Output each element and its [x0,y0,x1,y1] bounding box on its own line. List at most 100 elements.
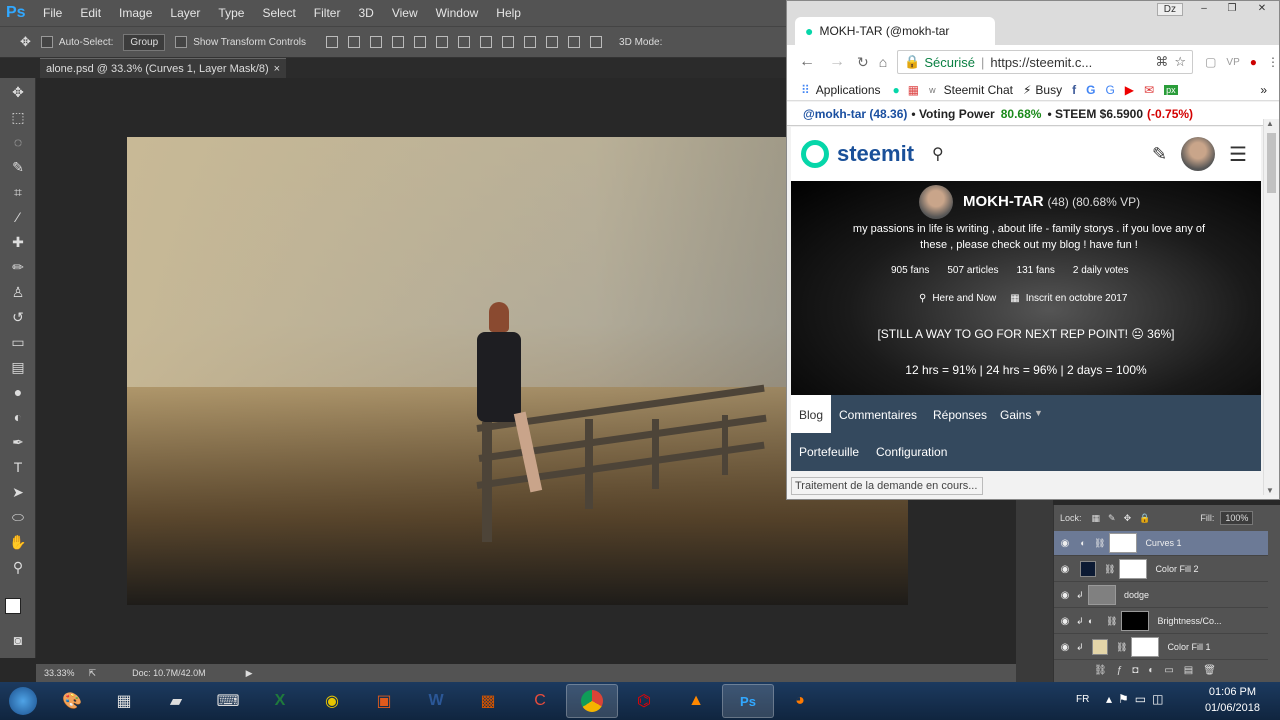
more-bookmarks-icon[interactable]: » [1260,83,1267,97]
pencil-icon[interactable]: ✎ [1152,144,1167,165]
eye-icon[interactable]: ◉ [1054,590,1076,601]
px-icon[interactable]: px [1164,84,1178,95]
eye-icon[interactable]: ◉ [1054,564,1076,575]
profile-stat[interactable]: 507 articles [947,265,998,276]
zoom-icon[interactable]: ⚲ [6,556,30,578]
bookmark-busy[interactable]: Busy [1035,83,1062,97]
layer-color-fill-1[interactable]: ◉ ↲ ⛓ Color Fill 1 [1054,635,1268,660]
profile-stat[interactable]: 905 fans [891,265,929,276]
menu-layer[interactable]: Layer [170,6,200,20]
translate-icon[interactable]: ⌘ [1155,54,1168,70]
layers-footer-icons[interactable]: ⛓ƒ◘◐▭▤🗑 [1094,665,1226,676]
lock-paint-icon[interactable]: ✎ [1108,513,1116,524]
crop-icon[interactable]: ⌗ [6,181,30,203]
steemit-logo-text[interactable]: steemit [837,141,914,167]
vp-extension-icon[interactable]: VP [1226,57,1239,68]
forward-icon[interactable]: → [829,53,845,71]
photoshop-taskbar-icon[interactable]: Ps [722,684,774,718]
menu-file[interactable]: File [43,6,62,20]
window-user-badge[interactable]: Dz [1156,3,1183,16]
reload-icon[interactable]: ↻ [857,54,869,71]
system-clock[interactable]: 01:06 PM 01/06/2018 [1205,684,1260,716]
profile-avatar[interactable] [919,185,953,219]
align-middle-icon[interactable] [348,36,361,48]
profile-stat[interactable]: 131 fans [1017,265,1055,276]
pen-icon[interactable]: ✒ [6,431,30,453]
menu-view[interactable]: View [392,6,418,20]
facebook-icon[interactable]: f [1072,83,1076,97]
menu-dots-icon[interactable]: ⋮ [1267,55,1279,69]
layer-curves-1[interactable]: ◉ ◐ ⛓ Curves 1 [1054,531,1268,556]
move-icon[interactable]: ✥ [6,81,30,103]
chrome-taskbar-icon[interactable] [566,684,618,718]
excel-icon[interactable]: X [254,684,306,718]
lasso-icon[interactable]: ◌ [6,131,30,153]
google-icon[interactable]: G [1086,83,1095,97]
bookmark-applications[interactable]: Applications [816,83,881,97]
quick-select-icon[interactable]: ✎ [6,156,30,178]
menu-edit[interactable]: Edit [80,6,101,20]
calculator-icon[interactable]: ▦ [98,684,150,718]
menu-select[interactable]: Select [262,6,295,20]
align-center-icon[interactable] [414,36,427,48]
distribute-bottom-icon[interactable] [502,36,515,48]
close-window-icon[interactable]: ✕ [1249,3,1275,17]
minimize-icon[interactable]: – [1193,3,1215,17]
distribute-right-icon[interactable] [568,36,581,48]
ccleaner-icon[interactable]: C [514,684,566,718]
start-button[interactable] [0,684,46,718]
auto-align-icon[interactable] [590,36,603,48]
healing-icon[interactable]: ✚ [6,231,30,253]
hand-icon[interactable]: ✋ [6,531,30,553]
hamburger-menu-icon[interactable]: ☰ [1229,142,1247,167]
tab-commentaires[interactable]: Commentaires [839,408,917,422]
vlc-icon[interactable]: ▲ [670,684,722,718]
translate-bookmark-icon[interactable]: G [1105,83,1114,97]
tab-gains[interactable]: Gains [1000,408,1031,422]
brush-icon[interactable]: ✏ [6,256,30,278]
lock-all-icon[interactable]: 🔒 [1139,513,1150,524]
browser-tab[interactable]: ● MOKH-TAR (@mokh-tar [795,17,995,45]
type-icon[interactable]: T [6,456,30,478]
steemit-logo-icon[interactable] [801,140,829,168]
distribute-top-icon[interactable] [458,36,471,48]
gradient-icon[interactable]: ▤ [6,356,30,378]
calendar-bookmark-icon[interactable]: ▦ [908,83,919,97]
paint-app-icon[interactable]: 🎨 [46,684,98,718]
layer-mask-thumb[interactable] [1109,533,1138,553]
distribute-middle-icon[interactable] [480,36,493,48]
zoom-level[interactable]: 33.33% [44,668,75,678]
firefox-icon[interactable]: ◕ [774,684,826,718]
youtube-icon[interactable]: ▶ [1125,83,1134,97]
gmail-icon[interactable]: ✉ [1144,83,1154,97]
layer-color-fill-2[interactable]: ◉ ⛓ Color Fill 2 [1054,557,1268,582]
maximize-icon[interactable]: ❐ [1221,3,1243,17]
foreground-color-swatch[interactable] [5,598,21,614]
tab-portefeuille[interactable]: Portefeuille [799,445,859,459]
menu-help[interactable]: Help [496,6,521,20]
avatar[interactable] [1181,137,1216,171]
lock-position-icon[interactable]: ✥ [1124,513,1132,524]
lock-pixels-icon[interactable]: ▦ [1092,513,1101,524]
chevron-down-icon[interactable]: ▼ [1034,408,1043,418]
distribute-left-icon[interactable] [524,36,537,48]
extension-red-icon[interactable]: ● [1250,55,1257,69]
fill-input[interactable]: 100% [1220,511,1254,525]
steemit-bookmark-icon[interactable]: ● [893,83,900,97]
eye-icon[interactable]: ◉ [1054,642,1076,653]
vp-user[interactable]: @mokh-tar (48.36) [803,107,907,121]
home-icon[interactable]: ⌂ [879,54,887,70]
quick-mask-icon[interactable]: ◙ [6,629,30,651]
eye-icon[interactable]: ◉ [1054,538,1076,549]
tab-configuration[interactable]: Configuration [876,445,947,459]
extension-icon[interactable]: ▢ [1205,55,1216,69]
distribute-center-icon[interactable] [546,36,559,48]
powerpoint-icon[interactable]: ▣ [358,684,410,718]
eraser-icon[interactable]: ▭ [6,331,30,353]
align-right-icon[interactable] [436,36,449,48]
shape-icon[interactable]: ⬭ [6,506,30,528]
w-bookmark-icon[interactable]: w [929,85,936,95]
bookmark-star-icon[interactable]: ☆ [1174,54,1186,70]
layer-dodge[interactable]: ◉ ↲ dodge [1054,583,1268,608]
word-icon[interactable]: W [410,684,462,718]
